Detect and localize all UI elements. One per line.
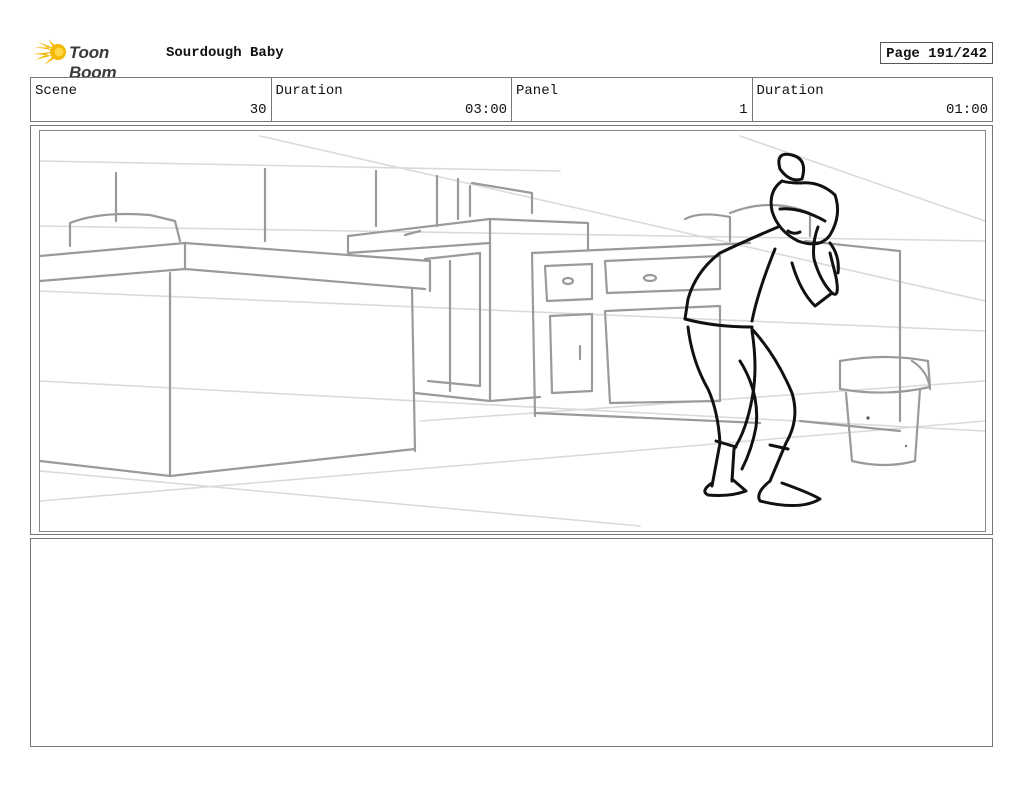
storyboard-panel (30, 125, 993, 535)
kitchen-island (40, 212, 432, 478)
panel-drawing (39, 130, 986, 532)
character-figure (683, 152, 840, 507)
page-number: Page 191/242 (880, 42, 993, 64)
scene-label: Scene (35, 83, 78, 99)
panel-duration-value: 01:00 (945, 102, 988, 118)
panel-duration-cell: Duration 01:00 (753, 78, 993, 121)
scene-info-row: Scene 30 Duration 03:00 Panel 1 Duration… (30, 77, 993, 122)
panel-value: 1 (739, 102, 748, 118)
perspective-guides (40, 135, 985, 527)
kitchen-sketch (40, 135, 985, 527)
storyboard-header: Toon Boom Sourdough Baby Page 191/242 (30, 36, 993, 82)
panel-duration-label: Duration (756, 83, 824, 99)
project-title: Sourdough Baby (166, 45, 284, 61)
scene-value: 30 (249, 102, 267, 118)
trash-bin (838, 355, 932, 467)
panel-label: Panel (516, 83, 559, 99)
starburst-icon (33, 39, 66, 65)
toon-boom-logo: Toon Boom (32, 38, 157, 82)
scene-duration-value: 03:00 (464, 102, 507, 118)
scene-duration-cell: Duration 03:00 (272, 78, 512, 121)
panel-cell: Panel 1 (512, 78, 753, 121)
scene-duration-label: Duration (275, 83, 343, 99)
panel-notes (30, 538, 993, 747)
scene-cell: Scene 30 (31, 78, 272, 121)
